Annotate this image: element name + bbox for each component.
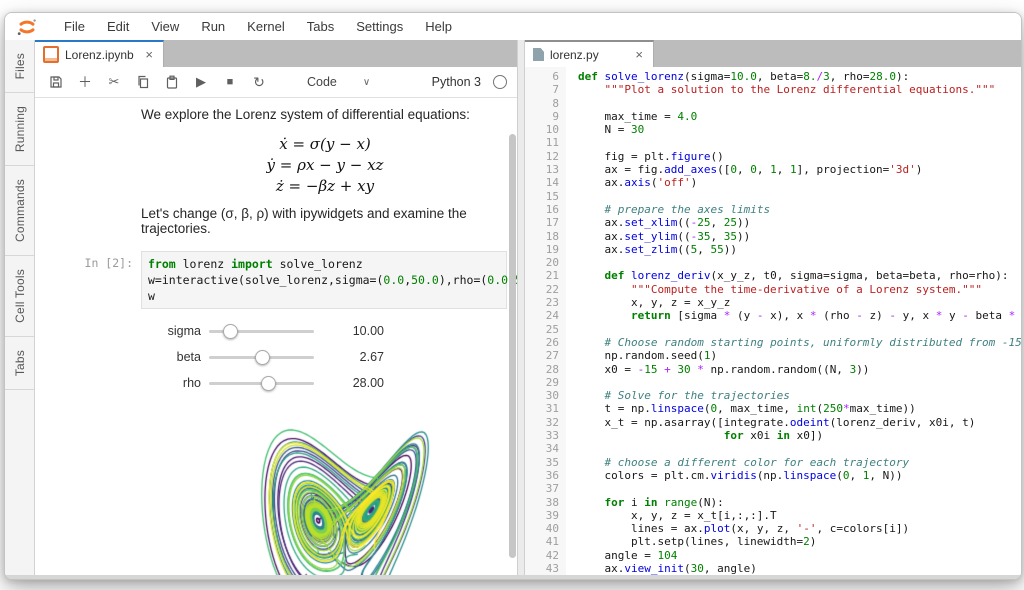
sidebar-tab-cell-tools[interactable]: Cell Tools bbox=[5, 256, 34, 337]
slider-row-sigma: sigma 10.00 bbox=[35, 318, 517, 344]
notebook-toolbar: ＋ ✂ ▶ ■ ↻ Code ∨ Python 3 bbox=[35, 67, 517, 98]
slider-handle-sigma[interactable] bbox=[223, 324, 238, 339]
jupyter-logo-icon bbox=[15, 16, 39, 38]
run-icon[interactable]: ▶ bbox=[192, 72, 210, 92]
add-icon[interactable]: ＋ bbox=[76, 72, 94, 92]
cut-icon[interactable]: ✂ bbox=[105, 72, 123, 92]
slider-label: beta bbox=[35, 350, 201, 364]
tab-lorenz-ipynb[interactable]: Lorenz.ipynb × bbox=[35, 40, 164, 67]
code-editor[interactable]: 6789101112131415161718192021222324252627… bbox=[525, 67, 1021, 575]
menu-bar: FileEditViewRunKernelTabsSettingsHelp bbox=[5, 13, 1021, 40]
sidebar-tab-commands[interactable]: Commands bbox=[5, 166, 34, 256]
slider-row-rho: rho 28.00 bbox=[35, 370, 517, 396]
editor-panel: lorenz.py × 6789101112131415161718192021… bbox=[525, 40, 1021, 575]
slider-label: sigma bbox=[35, 324, 201, 338]
slider-value: 28.00 bbox=[332, 376, 384, 390]
tab-title: lorenz.py bbox=[550, 48, 599, 62]
stop-icon[interactable]: ■ bbox=[221, 72, 239, 92]
slider-value: 2.67 bbox=[332, 350, 384, 364]
app-window: FileEditViewRunKernelTabsSettingsHelp Fi… bbox=[4, 12, 1022, 580]
sidebar-tab-tabs[interactable]: Tabs bbox=[5, 337, 34, 390]
file-icon bbox=[533, 48, 544, 61]
chevron-down-icon: ∨ bbox=[363, 77, 370, 88]
menu-items: FileEditViewRunKernelTabsSettingsHelp bbox=[53, 19, 463, 34]
equation-line: ẏ = ρx − y − xz bbox=[141, 155, 509, 176]
sidebar-tab-label: Cell Tools bbox=[13, 269, 27, 323]
menu-view[interactable]: View bbox=[140, 19, 190, 34]
sidebar-tab-label: Running bbox=[13, 106, 27, 152]
kernel-status-icon[interactable] bbox=[493, 75, 507, 89]
code-cell-input[interactable]: from lorenz import solve_lorenzw=interac… bbox=[141, 251, 507, 309]
close-icon[interactable]: × bbox=[143, 47, 155, 62]
sidebar-tab-files[interactable]: Files bbox=[5, 40, 34, 93]
menu-kernel[interactable]: Kernel bbox=[236, 19, 296, 34]
copy-icon[interactable] bbox=[134, 72, 152, 92]
slider-track-sigma[interactable] bbox=[209, 324, 314, 338]
menu-tabs[interactable]: Tabs bbox=[296, 19, 345, 34]
sidebar-tab-running[interactable]: Running bbox=[5, 93, 34, 166]
line-numbers: 6789101112131415161718192021222324252627… bbox=[525, 67, 566, 575]
close-icon[interactable]: × bbox=[633, 47, 645, 62]
restart-icon[interactable]: ↻ bbox=[250, 72, 268, 92]
slider-track-beta[interactable] bbox=[209, 350, 314, 364]
notebook-tabbar: Lorenz.ipynb × bbox=[35, 40, 517, 67]
notebook-icon bbox=[43, 46, 59, 63]
slider-label: rho bbox=[35, 376, 201, 390]
sidebar-tab-label: Tabs bbox=[13, 350, 27, 376]
paste-icon[interactable] bbox=[163, 72, 181, 92]
markdown-outro: Let's change (σ, β, ρ) with ipywidgets a… bbox=[141, 206, 509, 236]
slider-handle-rho[interactable] bbox=[261, 376, 276, 391]
equation-line: ż = −βz + xy bbox=[141, 176, 509, 197]
sidebar-tab-label: Commands bbox=[13, 179, 27, 242]
tab-title: Lorenz.ipynb bbox=[65, 48, 134, 62]
markdown-intro: We explore the Lorenz system of differen… bbox=[141, 107, 509, 122]
equations-block: ẋ = σ(y − x)ẏ = ρx − y − xzż = −βz + xy bbox=[141, 134, 509, 197]
sidebar-tabs: Files Running Commands Cell Tools Tabs bbox=[5, 40, 35, 575]
lorenz-plot bbox=[187, 422, 503, 575]
window-bottom-edge bbox=[5, 575, 1021, 579]
tab-lorenz-py[interactable]: lorenz.py × bbox=[525, 40, 654, 67]
slider-track-rho[interactable] bbox=[209, 376, 314, 390]
code-cell: In [2]: from lorenz import solve_lorenzw… bbox=[35, 251, 517, 309]
panel-divider[interactable] bbox=[517, 40, 525, 575]
widget-sliders: sigma 10.00 beta 2.67 rho 28.00 bbox=[35, 318, 517, 396]
equation-line: ẋ = σ(y − x) bbox=[141, 134, 509, 155]
notebook-panel: Lorenz.ipynb × ＋ ✂ ▶ ■ ↻ Code ∨ Python 3 We … bbox=[35, 40, 517, 575]
menu-settings[interactable]: Settings bbox=[345, 19, 414, 34]
cell-prompt: In [2]: bbox=[35, 251, 141, 309]
notebook-scrollbar[interactable] bbox=[509, 134, 516, 558]
slider-handle-beta[interactable] bbox=[255, 350, 270, 365]
sidebar-tab-label: Files bbox=[13, 53, 27, 79]
notebook-content: We explore the Lorenz system of differen… bbox=[35, 98, 517, 575]
menu-help[interactable]: Help bbox=[414, 19, 463, 34]
slider-value: 10.00 bbox=[332, 324, 384, 338]
menu-file[interactable]: File bbox=[53, 19, 96, 34]
cell-type-value: Code bbox=[307, 75, 337, 89]
editor-tabbar: lorenz.py × bbox=[525, 40, 1021, 67]
menu-edit[interactable]: Edit bbox=[96, 19, 140, 34]
kernel-name: Python 3 bbox=[432, 75, 481, 89]
slider-row-beta: beta 2.67 bbox=[35, 344, 517, 370]
editor-code: def solve_lorenz(sigma=10.0, beta=8./3, … bbox=[566, 67, 1021, 575]
menu-run[interactable]: Run bbox=[190, 19, 236, 34]
save-icon[interactable] bbox=[47, 72, 65, 92]
cell-type-dropdown[interactable]: Code ∨ bbox=[307, 75, 370, 89]
